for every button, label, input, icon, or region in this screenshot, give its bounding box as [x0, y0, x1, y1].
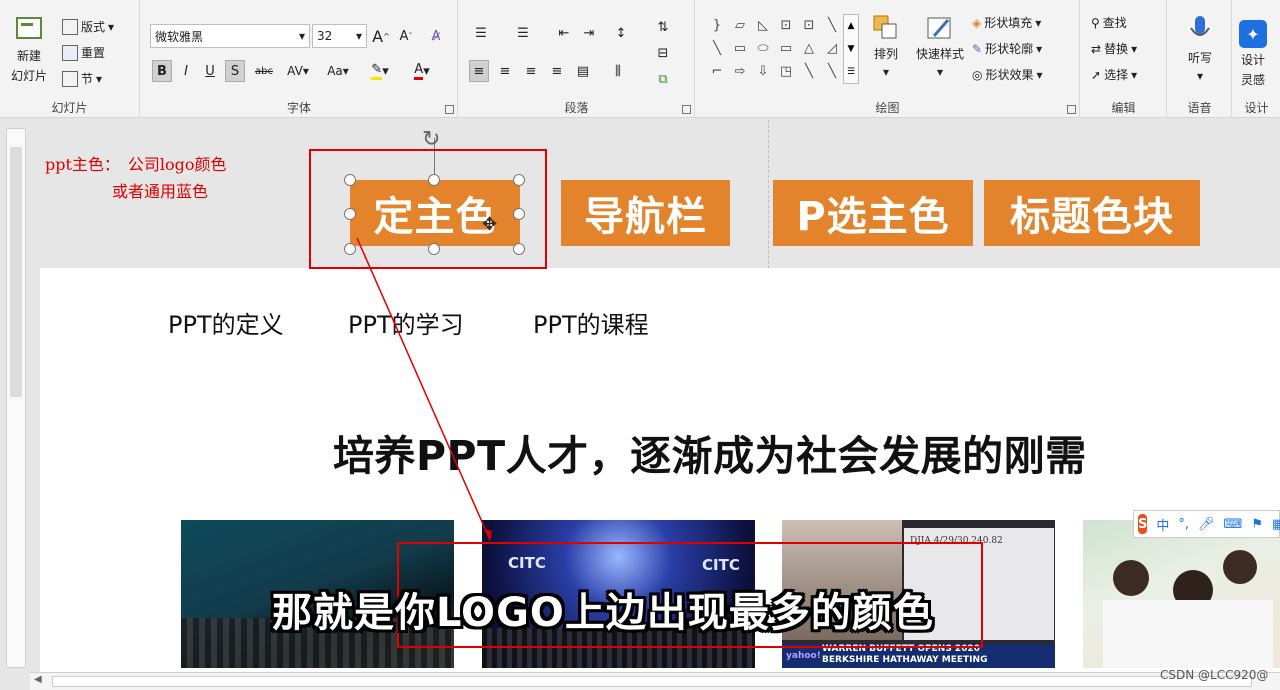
microphone-icon[interactable]: 🎤︎	[1198, 517, 1215, 532]
ime-toolbar[interactable]: S 中 °, 🎤︎ ⌨ ⚑ ▦	[1133, 510, 1280, 538]
grid-icon[interactable]: ▦	[1272, 517, 1280, 532]
sogou-logo-icon[interactable]: S	[1138, 514, 1148, 534]
shirt-icon[interactable]: ⚑	[1251, 517, 1263, 532]
ime-mode[interactable]: 中	[1156, 515, 1169, 534]
punctuation-icon[interactable]: °,	[1178, 517, 1189, 532]
video-subtitle: 那就是你LOGO上边出现最多的颜色	[272, 590, 934, 636]
csdn-watermark: CSDN @LCC920@	[1160, 668, 1269, 682]
keyboard-icon[interactable]: ⌨	[1224, 517, 1243, 532]
